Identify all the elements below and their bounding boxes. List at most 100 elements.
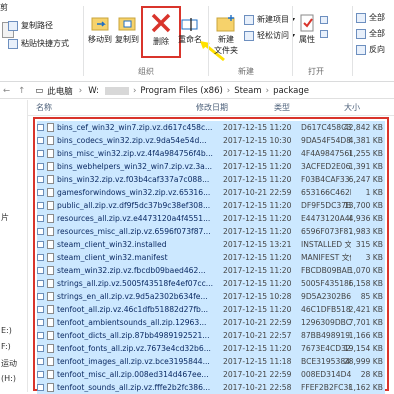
divider bbox=[208, 6, 209, 76]
nav-item[interactable]: 片 bbox=[1, 212, 9, 223]
file-list[interactable]: bins_cef_win32_win7.zip.vz.d617c458c... 2… bbox=[33, 117, 389, 394]
edit-small-button[interactable] bbox=[320, 30, 328, 38]
file-name: bins_codecs_win32.zip.vz.9da54e54d... bbox=[57, 136, 207, 146]
checkbox[interactable] bbox=[37, 319, 44, 327]
easy-access-button[interactable]: 轻松访问 ▾ bbox=[244, 30, 295, 41]
up-arrow-icon[interactable]: ↑ bbox=[18, 86, 25, 96]
checkbox[interactable] bbox=[37, 345, 44, 353]
file-row[interactable]: steam_client_win32.manifest 2017-12-15 11… bbox=[37, 251, 385, 265]
file-row[interactable]: bins_win32.zip.vz.f03b4caf337a7c088... 20… bbox=[37, 173, 385, 187]
invert-selection-icon bbox=[356, 44, 366, 55]
back-arrow-icon[interactable]: ← bbox=[3, 86, 10, 96]
file-row[interactable]: tenfoot_fonts_all.zip.vz.7673e4cd32b6...… bbox=[37, 342, 385, 356]
address-bar[interactable]: ← ↑ ▭ 此电脑 › W: › Program Files (x86) › S… bbox=[0, 83, 394, 99]
checkbox[interactable] bbox=[37, 384, 44, 392]
breadcrumb-package[interactable]: package bbox=[273, 86, 309, 96]
file-row[interactable]: tenfoot_images_all.zip.vz.bce3195844... 2… bbox=[37, 355, 385, 369]
file-size: 7,701 KB bbox=[348, 318, 383, 328]
file-date: 2017-12-15 11:20 bbox=[223, 279, 292, 289]
file-name: steam_win32.zip.vz.fbcdb09baed462... bbox=[57, 266, 206, 276]
file-type: INSTALLED 文件 bbox=[301, 240, 351, 250]
checkbox[interactable] bbox=[37, 293, 44, 301]
file-row[interactable]: bins_cef_win32_win7.zip.vz.d617c458c... 2… bbox=[37, 121, 385, 135]
checkbox[interactable] bbox=[37, 137, 44, 145]
properties-button[interactable]: 属性 bbox=[296, 14, 318, 45]
file-name: strings_all.zip.vz.5005f43518fe4ef07cc..… bbox=[57, 279, 213, 289]
file-row[interactable]: resources_misc_all.zip.vz.6596f073f87...… bbox=[37, 225, 385, 239]
file-name: bins_cef_win32_win7.zip.vz.d617c458c... bbox=[57, 123, 213, 133]
copy-to-button[interactable]: 复制到 bbox=[115, 14, 139, 45]
file-icon bbox=[47, 266, 54, 276]
file-row[interactable]: steam_win32.zip.vz.fbcdb09baed462... 2017… bbox=[37, 264, 385, 278]
paste-shortcut-button[interactable]: 粘贴快捷方式 bbox=[8, 38, 69, 49]
open-small-button[interactable] bbox=[320, 16, 328, 24]
file-row[interactable]: bins_codecs_win32.zip.vz.9da54e54d... 201… bbox=[37, 134, 385, 148]
file-size: 1,255 KB bbox=[348, 149, 383, 159]
checkbox[interactable] bbox=[37, 267, 44, 275]
select-none-button[interactable]: 全部 bbox=[356, 28, 385, 39]
file-row[interactable]: bins_webhelpers_win32_win7.zip.vz.3a... 2… bbox=[37, 160, 385, 174]
file-row[interactable]: public_all.zip.vz.df9f5dc37b9c38ef308...… bbox=[37, 199, 385, 213]
file-row[interactable]: tenfoot_ambientsounds_all.zip.12963... 20… bbox=[37, 316, 385, 330]
file-row[interactable]: tenfoot_sounds_all.zip.vz.fffe2b2fc386..… bbox=[37, 381, 385, 394]
file-icon bbox=[47, 253, 54, 263]
file-row[interactable]: tenfoot_misc_all.zip.008ed314d467ee... 20… bbox=[37, 368, 385, 382]
file-icon bbox=[47, 149, 54, 159]
checkbox[interactable] bbox=[37, 358, 44, 366]
invert-selection-button[interactable]: 反向 bbox=[356, 44, 385, 55]
group-new-label: 新建 bbox=[238, 67, 254, 76]
file-type: 008ED314D467... bbox=[301, 370, 351, 380]
checkbox[interactable] bbox=[37, 176, 44, 184]
breadcrumb-drive[interactable]: W: bbox=[88, 86, 99, 96]
checkbox[interactable] bbox=[37, 332, 44, 340]
nav-item[interactable]: F:) bbox=[1, 342, 11, 351]
file-size: 19,154 KB bbox=[343, 344, 383, 354]
column-name[interactable]: 名称 bbox=[36, 102, 52, 113]
checkbox[interactable] bbox=[37, 371, 44, 379]
checkbox[interactable] bbox=[37, 150, 44, 158]
select-all-button[interactable]: 全部 bbox=[356, 12, 385, 23]
file-row[interactable]: bins_misc_win32.zip.vz.4f4a984756f4b... 2… bbox=[37, 147, 385, 161]
breadcrumb-this-pc[interactable]: 此电脑 bbox=[47, 85, 73, 97]
checkbox[interactable] bbox=[37, 124, 44, 132]
checkbox[interactable] bbox=[37, 241, 44, 249]
file-size: 1 KB bbox=[365, 188, 383, 198]
file-row[interactable]: strings_en_all.zip.vz.9d5a2302b634fe... 2… bbox=[37, 290, 385, 304]
nav-item[interactable]: E:) bbox=[1, 326, 12, 335]
breadcrumb-steam[interactable]: Steam bbox=[234, 86, 261, 96]
file-icon bbox=[47, 201, 54, 211]
file-type: 1296309DBC3D... bbox=[301, 318, 351, 328]
file-row[interactable]: strings_all.zip.vz.5005f43518fe4ef07cc..… bbox=[37, 277, 385, 291]
delete-button[interactable]: 删除 bbox=[145, 12, 177, 47]
nav-item[interactable]: 运动 bbox=[1, 358, 17, 369]
copy-path-button[interactable]: 复制路径 bbox=[8, 20, 53, 31]
breadcrumb-program-files[interactable]: Program Files (x86) bbox=[140, 86, 222, 96]
checkbox[interactable] bbox=[37, 254, 44, 262]
file-row[interactable]: tenfoot_dicts_all.zip.87bb4989192521... 2… bbox=[37, 329, 385, 343]
checkbox[interactable] bbox=[37, 228, 44, 236]
file-row[interactable]: steam_client_win32.installed 2017-12-15 1… bbox=[37, 238, 385, 252]
file-type: 9DA54F54D8B8... bbox=[301, 136, 351, 146]
checkbox[interactable] bbox=[37, 189, 44, 197]
column-type[interactable]: 类型 bbox=[274, 102, 290, 113]
column-size[interactable]: 大小 bbox=[344, 102, 360, 113]
new-item-button[interactable]: 新建项目 ▾ bbox=[244, 14, 295, 25]
move-to-button[interactable]: 移动到 bbox=[88, 14, 112, 45]
file-size: 1,391 KB bbox=[348, 162, 383, 172]
divider bbox=[352, 6, 353, 76]
checkbox[interactable] bbox=[37, 280, 44, 288]
chevron-right-icon: › bbox=[226, 85, 231, 96]
file-row[interactable]: tenfoot_all.zip.vz.46c1dfb51882d27fb... 2… bbox=[37, 303, 385, 317]
nav-item[interactable]: (H:) bbox=[1, 374, 16, 383]
checkbox[interactable] bbox=[37, 306, 44, 314]
file-row[interactable]: gamesforwindows_win32.zip.vz.65316... 201… bbox=[37, 186, 385, 200]
checkbox[interactable] bbox=[37, 215, 44, 223]
checkbox[interactable] bbox=[37, 202, 44, 210]
column-date[interactable]: 修改日期 bbox=[196, 102, 228, 113]
navigation-pane[interactable]: 片 E:) F:) 运动 (H:) bbox=[0, 100, 28, 392]
new-folder-button[interactable]: 新建 文件夹 bbox=[211, 14, 241, 56]
file-row[interactable]: resources_all.zip.vz.e4473120a4f4551... 2… bbox=[37, 212, 385, 226]
checkbox[interactable] bbox=[37, 163, 44, 171]
file-date: 2017-10-21 22:59 bbox=[223, 370, 292, 380]
file-icon bbox=[47, 227, 54, 237]
